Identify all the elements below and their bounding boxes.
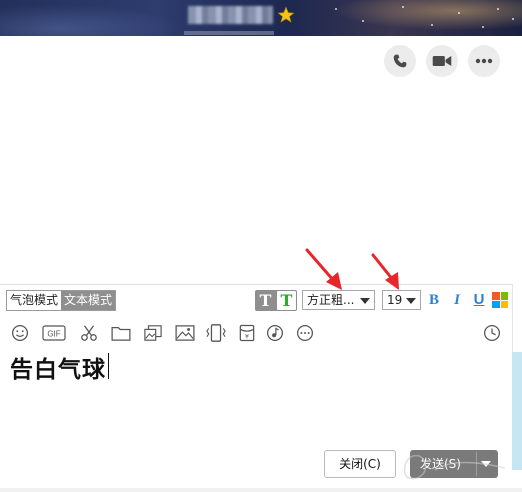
shake-button[interactable]	[206, 323, 226, 343]
scrollbar[interactable]	[512, 352, 522, 470]
italic-button[interactable]: I	[449, 291, 465, 309]
decor-dot	[512, 18, 514, 20]
plain-font-button[interactable]: T	[256, 291, 275, 310]
message-input[interactable]: 告白气球	[10, 350, 106, 384]
underline-button[interactable]: U	[471, 291, 487, 309]
decor-dot	[362, 20, 364, 22]
close-button[interactable]: 关闭(C)	[324, 450, 396, 478]
decor-dot	[402, 6, 404, 8]
color-swatch	[492, 292, 500, 300]
title-bar-glow	[0, 0, 200, 36]
color-swatch	[500, 300, 508, 308]
title-bar: ██████	[0, 0, 522, 36]
shake-icon	[206, 324, 226, 342]
color-swatch	[492, 300, 500, 308]
scissors-icon	[81, 325, 97, 341]
chevron-down-icon	[360, 298, 370, 304]
font-size-value: 19	[387, 293, 403, 307]
title-underline	[184, 31, 274, 35]
contact-name: ██████	[188, 6, 273, 24]
divider	[0, 284, 512, 285]
decor-dot	[497, 8, 499, 10]
emoji-button[interactable]	[10, 323, 30, 343]
video-call-button[interactable]	[426, 45, 458, 77]
red-packet-icon: ¥	[239, 324, 255, 342]
font-family-value: 方正粗...	[307, 293, 355, 307]
text-caret	[108, 353, 109, 379]
mode-switch: 气泡模式 文本模式	[6, 290, 117, 311]
message-history-button[interactable]	[482, 323, 502, 343]
music-button[interactable]	[265, 323, 285, 343]
bubble-mode-button[interactable]: 气泡模式	[7, 291, 62, 310]
font-style-toggle: T T	[255, 290, 297, 311]
screenshot-button[interactable]	[79, 323, 99, 343]
decor-dot	[335, 8, 337, 10]
svg-text:¥: ¥	[245, 333, 249, 340]
music-icon	[266, 324, 284, 342]
send-file-button[interactable]	[111, 323, 131, 343]
text-color-button[interactable]	[492, 292, 508, 308]
star-icon	[277, 6, 295, 23]
annotation-arrow	[371, 253, 399, 290]
title-bar-glow	[300, 0, 522, 36]
image-icon	[175, 325, 195, 341]
gif-button[interactable]: GIF	[42, 323, 66, 343]
annotation-arrow	[305, 248, 342, 290]
red-packet-button[interactable]: ¥	[237, 323, 257, 343]
more-icon	[475, 58, 493, 64]
chevron-down-icon	[406, 298, 416, 304]
more-tools-icon	[296, 324, 314, 342]
bottom-border	[0, 488, 522, 492]
phone-icon	[393, 54, 407, 68]
scrollbar-track	[512, 284, 522, 352]
svg-text:GIF: GIF	[47, 330, 60, 339]
folder-icon	[111, 327, 131, 341]
decor-dot	[458, 12, 460, 14]
bold-button[interactable]: B	[426, 291, 442, 309]
color-swatch	[500, 292, 508, 300]
emoji-icon	[11, 324, 29, 342]
image-gallery-button[interactable]	[143, 323, 163, 343]
font-size-select[interactable]: 19	[382, 290, 421, 310]
more-button[interactable]	[468, 45, 500, 77]
video-icon	[432, 56, 452, 66]
text-mode-button[interactable]: 文本模式	[61, 291, 116, 310]
history-icon	[483, 324, 501, 342]
phone-button[interactable]	[384, 45, 416, 77]
image-gallery-icon	[144, 325, 162, 341]
more-tools-button[interactable]	[295, 323, 315, 343]
gif-icon: GIF	[42, 325, 66, 341]
chevron-down-icon[interactable]	[481, 461, 491, 467]
send-split-divider	[476, 452, 477, 476]
decor-dot	[431, 24, 433, 26]
send-image-button[interactable]	[175, 323, 195, 343]
colored-font-button[interactable]: T	[277, 291, 296, 310]
send-label: 发送(S)	[420, 457, 461, 471]
decor-dot	[482, 26, 484, 28]
